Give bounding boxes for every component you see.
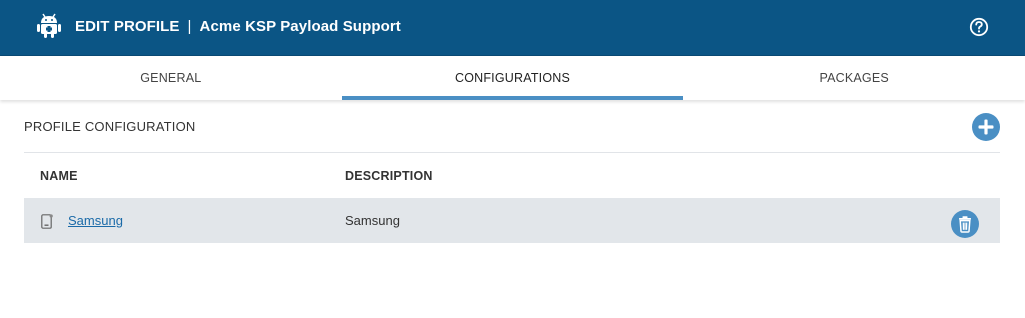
trash-icon[interactable]	[951, 210, 979, 238]
table-header: NAME DESCRIPTION	[24, 153, 1000, 198]
page-title: EDIT PROFILE | Acme KSP Payload Support	[75, 18, 401, 35]
tab-bar: GENERAL CONFIGURATIONS PACKAGES	[0, 56, 1025, 100]
android-icon	[37, 13, 61, 38]
tab-packages[interactable]: PACKAGES	[683, 56, 1025, 100]
section-title: PROFILE CONFIGURATION	[24, 119, 196, 134]
device-icon	[41, 214, 53, 229]
tab-configurations[interactable]: CONFIGURATIONS	[341, 56, 684, 100]
tab-label: CONFIGURATIONS	[454, 71, 571, 85]
configuration-name-link[interactable]: Samsung	[68, 213, 123, 228]
plus-circle-icon[interactable]	[972, 113, 1000, 141]
table-row[interactable]: Samsung Samsung	[24, 198, 1000, 243]
tab-general[interactable]: GENERAL	[0, 56, 342, 100]
column-header-name: NAME	[40, 169, 78, 183]
tab-label: GENERAL	[140, 71, 202, 85]
page-title-label: EDIT PROFILE	[75, 18, 180, 35]
tab-label: PACKAGES	[819, 71, 889, 85]
title-separator: |	[187, 18, 192, 35]
app-header: EDIT PROFILE | Acme KSP Payload Support	[0, 0, 1025, 56]
profile-configuration-panel: PROFILE CONFIGURATION NAME DESCRIPTION S…	[24, 100, 1000, 243]
section-header: PROFILE CONFIGURATION	[24, 100, 1000, 153]
profile-name: Acme KSP Payload Support	[199, 18, 401, 35]
help-circle-icon[interactable]	[969, 17, 989, 37]
column-header-description: DESCRIPTION	[345, 169, 433, 183]
configuration-description: Samsung	[345, 213, 400, 228]
